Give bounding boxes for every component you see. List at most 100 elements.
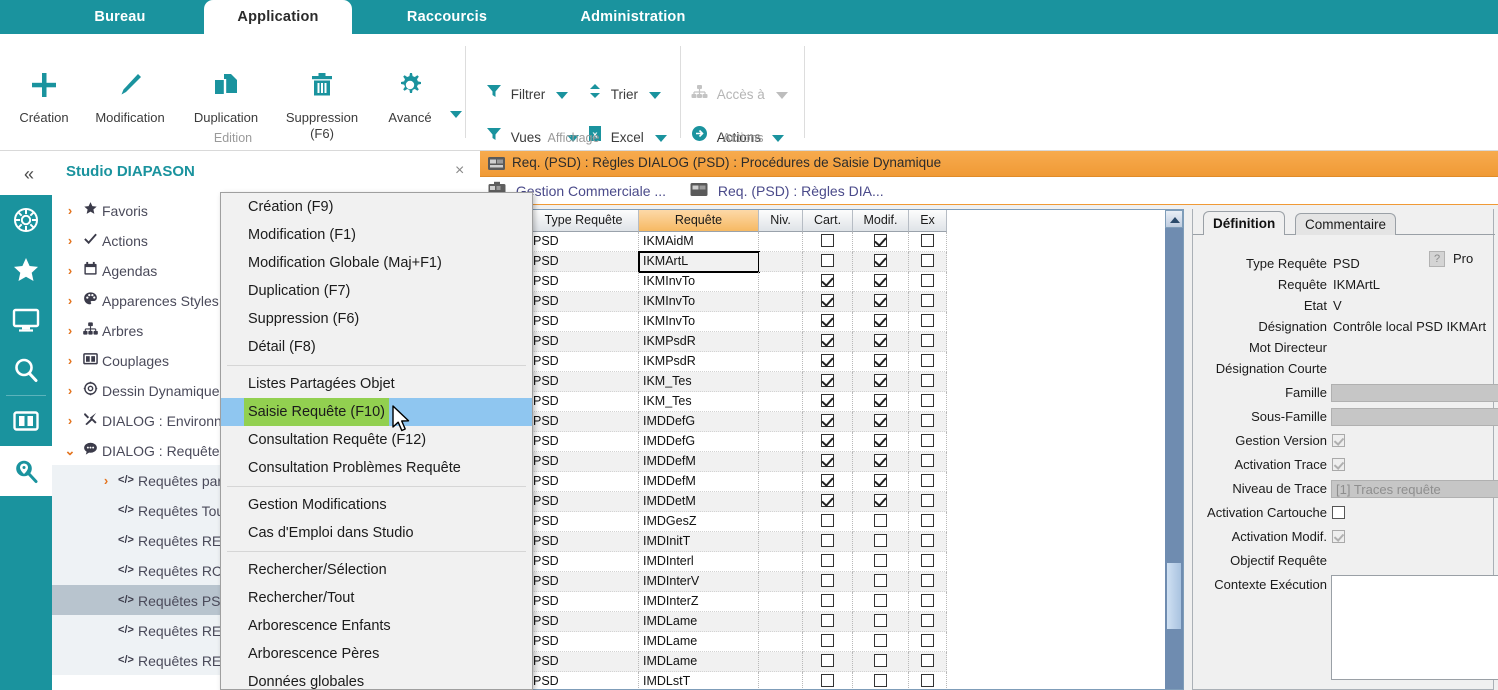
grid-cell-col-type-requete[interactable]: PSD [529, 472, 639, 492]
cart-checkbox[interactable] [821, 454, 834, 467]
grid-cell-col-modif[interactable] [853, 572, 909, 592]
grid-cell-col-niv[interactable] [759, 492, 803, 512]
modif-checkbox[interactable] [874, 674, 887, 687]
property-checkbox[interactable] [1332, 530, 1345, 543]
grid-cell-col-ex[interactable] [909, 572, 947, 592]
ribbon-tab-administration[interactable]: Administration [546, 0, 720, 34]
grid-cell-col-ex[interactable] [909, 312, 947, 332]
grid-cell-col-cart[interactable] [803, 672, 853, 690]
grid-cell-col-niv[interactable] [759, 632, 803, 652]
grid-cell-col-type-requete[interactable]: PSD [529, 632, 639, 652]
tree-twisty-icon[interactable]: › [62, 256, 78, 286]
grid-cell-col-cart[interactable] [803, 632, 853, 652]
grid-cell-col-type-requete[interactable]: PSD [529, 652, 639, 672]
sidebar-close-button[interactable]: × [455, 162, 464, 180]
grid-cell-col-type-requete[interactable]: PSD [529, 572, 639, 592]
property-input[interactable]: [1] Traces requête [1331, 480, 1498, 498]
grid-cell-col-requete[interactable]: IKMArtL [639, 252, 759, 272]
tree-twisty-icon[interactable]: › [62, 316, 78, 346]
grid-cell-col-requete[interactable]: IMDLame [639, 652, 759, 672]
cart-checkbox[interactable] [821, 294, 834, 307]
grid-cell-col-requete[interactable]: IMDInterZ [639, 592, 759, 612]
grid-cell-col-cart[interactable] [803, 592, 853, 612]
cart-checkbox[interactable] [821, 394, 834, 407]
grid-cell-col-ex[interactable] [909, 612, 947, 632]
grid-cell-col-modif[interactable] [853, 252, 909, 272]
tree-twisty-icon[interactable]: › [98, 466, 114, 496]
grid-cell-col-type-requete[interactable]: PSD [529, 532, 639, 552]
grid-cell-col-requete[interactable]: IMDLstT [639, 672, 759, 690]
chevron-down-icon[interactable] [776, 92, 788, 99]
grid-cell-col-type-requete[interactable]: PSD [529, 672, 639, 690]
grid-cell-col-modif[interactable] [853, 632, 909, 652]
grid-cell-col-modif[interactable] [853, 552, 909, 572]
grid-cell-col-type-requete[interactable]: PSD [529, 312, 639, 332]
grid-cell-col-ex[interactable] [909, 592, 947, 612]
ex-checkbox[interactable] [921, 554, 934, 567]
context-menu-item-listes-partag-es-objet[interactable]: Listes Partagées Objet [221, 370, 532, 398]
context-menu-item-arborescence-p-res[interactable]: Arborescence Pères [221, 640, 532, 668]
grid-cell-col-ex[interactable] [909, 432, 947, 452]
cart-checkbox[interactable] [821, 554, 834, 567]
grid-cell-col-type-requete[interactable]: PSD [529, 492, 639, 512]
grid-cell-col-ex[interactable] [909, 552, 947, 572]
grid-cell-col-requete[interactable]: IKMPsdR [639, 352, 759, 372]
modif-checkbox[interactable] [874, 274, 887, 287]
grid-cell-col-type-requete[interactable]: PSD [529, 392, 639, 412]
cart-checkbox[interactable] [821, 334, 834, 347]
grid-cell-col-niv[interactable] [759, 312, 803, 332]
grid-cell-col-type-requete[interactable]: PSD [529, 372, 639, 392]
ex-checkbox[interactable] [921, 594, 934, 607]
grid-cell-col-requete[interactable]: IKMInvTo [639, 272, 759, 292]
help-badge[interactable]: ? [1429, 251, 1445, 267]
grid-cell-col-modif[interactable] [853, 672, 909, 690]
grid-cell-col-type-requete[interactable]: PSD [529, 512, 639, 532]
ex-checkbox[interactable] [921, 574, 934, 587]
tree-twisty-icon[interactable]: › [62, 376, 78, 406]
grid-cell-col-requete[interactable]: IKMPsdR [639, 332, 759, 352]
grid-cell-col-niv[interactable] [759, 352, 803, 372]
grid-header-col-type-requete[interactable]: Type Requête [529, 210, 639, 232]
grid-cell-col-type-requete[interactable]: PSD [529, 452, 639, 472]
property-textarea[interactable] [1331, 575, 1498, 680]
ex-checkbox[interactable] [921, 674, 934, 687]
grid-cell-col-ex[interactable] [909, 352, 947, 372]
grid-cell-col-ex[interactable] [909, 632, 947, 652]
grid-cell-col-niv[interactable] [759, 332, 803, 352]
grid-cell-col-cart[interactable] [803, 352, 853, 372]
grid-cell-col-type-requete[interactable]: PSD [529, 412, 639, 432]
grid-cell-col-type-requete[interactable]: PSD [529, 432, 639, 452]
creation-button[interactable]: Création [0, 70, 92, 126]
rail-search-icon[interactable] [0, 345, 52, 395]
tree-twisty-icon[interactable]: › [62, 226, 78, 256]
cart-checkbox[interactable] [821, 474, 834, 487]
grid-cell-col-niv[interactable] [759, 572, 803, 592]
grid-cell-col-requete[interactable]: IMDInterl [639, 552, 759, 572]
context-menu-item-saisie-requ-te-f10[interactable]: Saisie Requête (F10) [221, 398, 532, 426]
grid-cell-col-modif[interactable] [853, 432, 909, 452]
grid-cell-col-niv[interactable] [759, 412, 803, 432]
cart-checkbox[interactable] [821, 534, 834, 547]
ex-checkbox[interactable] [921, 534, 934, 547]
grid-cell-col-ex[interactable] [909, 412, 947, 432]
grid-cell-col-cart[interactable] [803, 532, 853, 552]
grid-cell-col-cart[interactable] [803, 232, 853, 252]
property-checkbox[interactable] [1332, 458, 1345, 471]
ex-checkbox[interactable] [921, 434, 934, 447]
modification-button[interactable]: Modification [82, 70, 178, 126]
modif-checkbox[interactable] [874, 574, 887, 587]
grid-cell-col-cart[interactable] [803, 612, 853, 632]
modif-checkbox[interactable] [874, 634, 887, 647]
grid-cell-col-niv[interactable] [759, 272, 803, 292]
grid-cell-col-cart[interactable] [803, 432, 853, 452]
ex-checkbox[interactable] [921, 354, 934, 367]
ex-checkbox[interactable] [921, 514, 934, 527]
grid-cell-col-cart[interactable] [803, 292, 853, 312]
context-menu-item-suppression-f6[interactable]: Suppression (F6) [221, 305, 532, 333]
property-checkbox[interactable] [1332, 506, 1345, 519]
modif-checkbox[interactable] [874, 454, 887, 467]
cart-checkbox[interactable] [821, 674, 834, 687]
cart-checkbox[interactable] [821, 494, 834, 507]
grid-cell-col-cart[interactable] [803, 452, 853, 472]
grid-cell-col-ex[interactable] [909, 292, 947, 312]
